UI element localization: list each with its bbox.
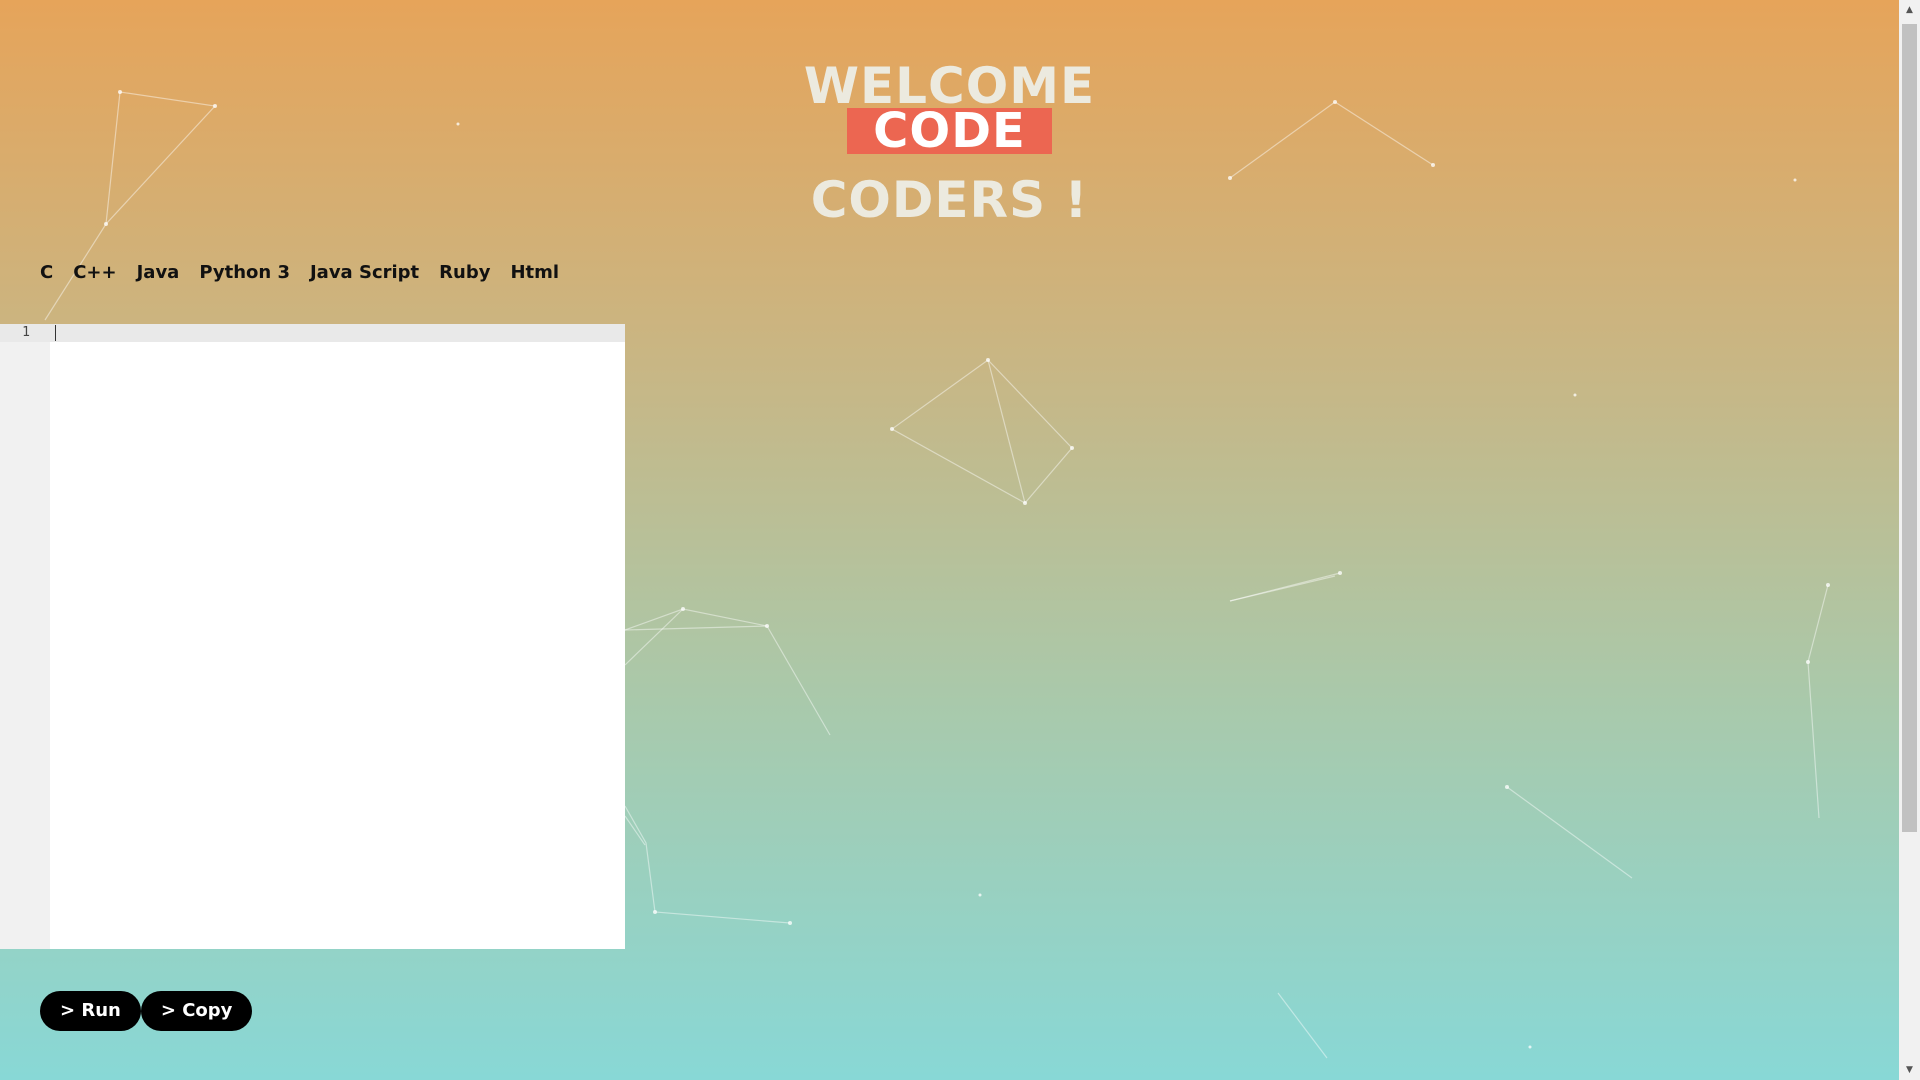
run-button[interactable]: > Run — [40, 991, 141, 1031]
language-html[interactable]: Html — [510, 262, 559, 283]
code-editor[interactable]: 1 — [0, 324, 625, 949]
line-number: 1 — [22, 325, 30, 340]
language-c[interactable]: C — [40, 262, 53, 283]
code-input-area[interactable] — [50, 324, 625, 949]
language-javascript[interactable]: Java Script — [310, 262, 419, 283]
arrow-down-icon[interactable]: ▼ — [1899, 1060, 1920, 1080]
scrollbar-thumb[interactable] — [1902, 24, 1917, 832]
language-nav: C C++ Java Python 3 Java Script Ruby Htm… — [40, 262, 559, 283]
hero-coders-text: CODERS ! — [810, 171, 1089, 229]
language-python3[interactable]: Python 3 — [199, 262, 290, 283]
language-ruby[interactable]: Ruby — [439, 262, 490, 283]
vertical-scrollbar[interactable]: ▲ ▼ — [1899, 0, 1920, 1080]
copy-button[interactable]: > Copy — [140, 991, 253, 1031]
language-cpp[interactable]: C++ — [73, 262, 116, 283]
hero-code-block: CODE — [0, 107, 1899, 155]
language-java[interactable]: Java — [137, 262, 180, 283]
text-cursor — [55, 325, 56, 341]
arrow-up-icon[interactable]: ▲ — [1899, 0, 1920, 20]
hero-code-text: CODE — [847, 107, 1052, 155]
line-number-gutter — [0, 324, 50, 949]
action-bar: > Run > Copy — [40, 991, 253, 1031]
page: WELCOME CODE CODERS ! C C++ Java Python … — [0, 0, 1899, 1080]
